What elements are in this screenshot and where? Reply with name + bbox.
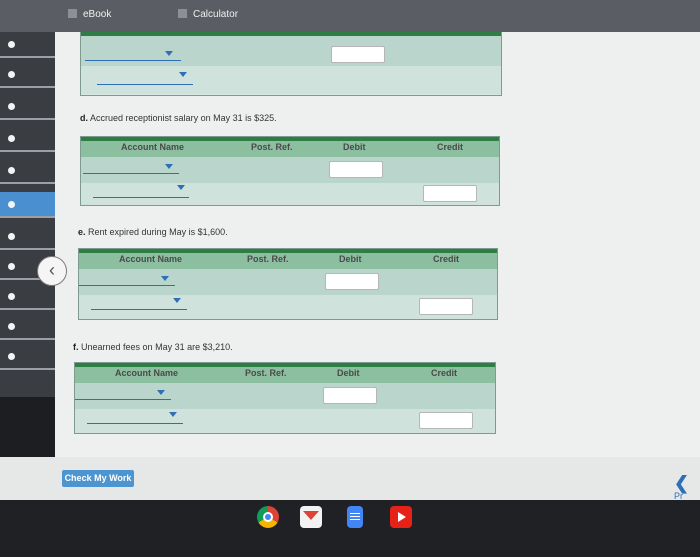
chevron-down-icon[interactable]	[157, 390, 165, 395]
nav-dot-icon	[8, 41, 15, 48]
chevron-down-icon[interactable]	[173, 298, 181, 303]
question-f: f. Unearned fees on May 31 are $3,210.	[73, 342, 233, 352]
journal-table-f: Account Name Post. Ref. Debit Credit	[74, 362, 496, 434]
account-dropdown[interactable]	[87, 423, 183, 424]
nav-dot-icon	[8, 201, 15, 208]
question-nav-item[interactable]	[0, 94, 55, 120]
ebook-label: eBook	[83, 9, 112, 20]
table-header: Account Name Post. Ref. Debit Credit	[81, 137, 499, 157]
credit-input[interactable]	[423, 185, 477, 202]
calculator-tab[interactable]: Calculator	[178, 9, 238, 20]
debit-input[interactable]	[331, 46, 385, 63]
chevron-down-icon[interactable]	[165, 164, 173, 169]
table-header: Account Name Post. Ref. Debit Credit	[75, 363, 495, 383]
question-d-text: Accrued receptionist salary on May 31 is…	[90, 113, 277, 123]
question-nav-item[interactable]	[0, 158, 55, 184]
chevron-left-icon: ‹	[49, 260, 55, 280]
check-my-work-button[interactable]: Check My Work	[62, 470, 134, 487]
debit-input[interactable]	[325, 273, 379, 290]
table-row	[81, 183, 499, 205]
chevron-left-icon: ❮	[674, 473, 690, 493]
nav-dot-icon	[8, 263, 15, 270]
nav-dot-icon	[8, 71, 15, 78]
chrome-icon[interactable]	[257, 506, 279, 528]
question-nav-item-active[interactable]	[0, 192, 55, 218]
question-f-text: Unearned fees on May 31 are $3,210.	[81, 342, 233, 352]
question-nav-item[interactable]	[0, 344, 55, 370]
table-row	[79, 295, 497, 319]
table-row	[81, 36, 501, 66]
question-e: e. Rent expired during May is $1,600.	[78, 227, 228, 237]
account-name-header: Account Name	[115, 368, 179, 378]
question-nav-item[interactable]	[0, 314, 55, 340]
account-name-header: Account Name	[121, 142, 185, 152]
ebook-icon	[68, 9, 77, 18]
docs-icon[interactable]	[347, 506, 363, 528]
table-row	[75, 383, 495, 409]
youtube-icon[interactable]	[390, 506, 412, 528]
table-row	[75, 409, 495, 433]
journal-table-d: Account Name Post. Ref. Debit Credit	[80, 136, 500, 206]
question-e-text: Rent expired during May is $1,600.	[88, 227, 228, 237]
nav-dot-icon	[8, 135, 15, 142]
chevron-down-icon[interactable]	[169, 412, 177, 417]
post-ref-header: Post. Ref.	[245, 368, 287, 378]
debit-header: Debit	[337, 368, 360, 378]
table-row	[81, 66, 501, 94]
debit-input[interactable]	[323, 387, 377, 404]
nav-dot-icon	[8, 323, 15, 330]
question-nav-item[interactable]	[0, 62, 55, 88]
chevron-down-icon[interactable]	[161, 276, 169, 281]
nav-dot-icon	[8, 353, 15, 360]
account-dropdown[interactable]	[85, 60, 181, 61]
question-d-letter: d.	[80, 113, 88, 123]
post-ref-header: Post. Ref.	[247, 254, 289, 264]
account-dropdown[interactable]	[97, 84, 193, 85]
table-row	[81, 157, 499, 183]
chevron-down-icon[interactable]	[177, 185, 185, 190]
account-dropdown[interactable]	[91, 309, 187, 310]
previous-button[interactable]: ❮ Pr	[674, 473, 700, 501]
debit-header: Debit	[339, 254, 362, 264]
journal-table-c	[80, 32, 502, 96]
account-dropdown[interactable]	[79, 285, 175, 286]
chevron-down-icon[interactable]	[165, 51, 173, 56]
nav-dot-icon	[8, 293, 15, 300]
account-dropdown[interactable]	[93, 197, 189, 198]
nav-dot-icon	[8, 167, 15, 174]
back-arrow-button[interactable]: ‹	[37, 256, 67, 286]
question-nav-item[interactable]	[0, 126, 55, 152]
credit-input[interactable]	[419, 298, 473, 315]
account-dropdown[interactable]	[75, 399, 171, 400]
debit-header: Debit	[343, 142, 366, 152]
nav-dot-icon	[8, 233, 15, 240]
credit-header: Credit	[437, 142, 464, 152]
question-nav-item[interactable]	[0, 32, 55, 58]
credit-header: Credit	[431, 368, 458, 378]
account-name-header: Account Name	[119, 254, 183, 264]
question-nav-item[interactable]	[0, 224, 55, 250]
table-row	[79, 269, 497, 295]
credit-input[interactable]	[419, 412, 473, 429]
debit-input[interactable]	[329, 161, 383, 178]
question-nav-item[interactable]	[0, 284, 55, 310]
question-nav-rail	[0, 32, 55, 397]
account-dropdown[interactable]	[83, 173, 179, 174]
top-bar: eBook Calculator	[0, 0, 700, 32]
ebook-tab[interactable]: eBook	[68, 9, 111, 20]
credit-header: Credit	[433, 254, 460, 264]
journal-table-e: Account Name Post. Ref. Debit Credit	[78, 248, 498, 320]
nav-dot-icon	[8, 103, 15, 110]
question-e-letter: e.	[78, 227, 86, 237]
calculator-icon	[178, 9, 187, 18]
gmail-icon[interactable]	[300, 506, 322, 528]
question-f-letter: f.	[73, 342, 79, 352]
calculator-label: Calculator	[193, 9, 239, 20]
table-header: Account Name Post. Ref. Debit Credit	[79, 249, 497, 269]
post-ref-header: Post. Ref.	[251, 142, 293, 152]
chevron-down-icon[interactable]	[179, 72, 187, 77]
question-d: d. Accrued receptionist salary on May 31…	[80, 113, 277, 123]
